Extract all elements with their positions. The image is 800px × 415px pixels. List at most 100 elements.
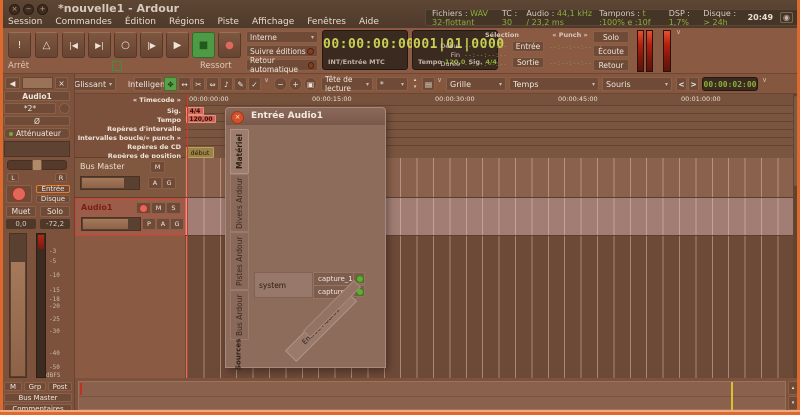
track-name[interactable]: Audio1 [81, 203, 112, 212]
window-minimize-button[interactable]: − [23, 4, 34, 15]
menu-regions[interactable]: Régions [169, 17, 205, 27]
smart-mode-toggle[interactable]: Intelligent [134, 77, 162, 91]
strip-mute-button[interactable]: Muet [6, 206, 36, 217]
track-name[interactable]: Bus Master [80, 162, 125, 171]
track-solo-button[interactable]: S [166, 202, 181, 214]
menu-fenetres[interactable]: Fenêtres [307, 17, 346, 27]
ruler-label-tempo[interactable]: Tempo [75, 116, 181, 124]
pan-handle[interactable] [32, 159, 42, 171]
menu-session[interactable]: Session [8, 17, 42, 27]
nudge-forward-button[interactable]: > [688, 77, 699, 91]
grid-mode-combo[interactable]: Grille▾ [446, 77, 506, 91]
gain-fader[interactable] [9, 233, 27, 378]
track-mute-button[interactable]: M [151, 202, 166, 214]
nudge-clock[interactable]: 00:00:02:00 [702, 77, 758, 91]
metronome-button[interactable]: △ [35, 32, 58, 58]
tool-edit-button[interactable]: ✓ [248, 77, 261, 91]
chevron-down-icon[interactable]: ∨ [762, 76, 767, 84]
strip-name-button[interactable]: Audio1 [4, 91, 70, 101]
audition-button[interactable]: Écoute [593, 45, 629, 57]
chevron-down-icon[interactable]: ∨ [676, 28, 681, 36]
mixer-strip-hide-button[interactable]: ◀ [5, 77, 20, 89]
processor-box[interactable] [4, 141, 70, 157]
mixer-strip-close-button[interactable]: × [55, 77, 68, 89]
punch-indicator-button[interactable]: ! [8, 32, 31, 58]
menu-commandes[interactable]: Commandes [55, 17, 111, 27]
ruler-label-sig[interactable]: Sig. [75, 107, 181, 115]
chevron-down-icon[interactable]: ∨ [437, 76, 442, 84]
dialog-tab-divers-ardour[interactable]: Divers Ardour [230, 174, 249, 232]
chevron-down-icon[interactable]: ∨ [264, 76, 269, 84]
tool-range-button[interactable]: ↔ [178, 77, 191, 91]
tempo-marker[interactable]: 120,00 [186, 115, 216, 123]
snap-unit-combo[interactable]: *▾ [376, 77, 408, 91]
menu-piste[interactable]: Piste [217, 17, 239, 27]
feedback-button[interactable]: Retour [593, 59, 629, 71]
port-matrix-dialog[interactable]: × Entrée Audio1 Matériel Divers Ardour P… [225, 107, 386, 368]
strip-solo-button[interactable]: Solo [40, 206, 70, 217]
play-button[interactable]: ▶ [166, 32, 189, 58]
tool-stretch-button[interactable]: ⇔ [206, 77, 219, 91]
track-g-button[interactable]: G [162, 177, 176, 189]
punch-in-button[interactable]: Entrée [512, 41, 544, 52]
track-a-button[interactable]: A [156, 218, 170, 230]
monitor-input-button[interactable]: Entrée [36, 185, 70, 193]
trim-knob[interactable] [59, 103, 70, 114]
tool-draw-button[interactable]: ✎ [234, 77, 247, 91]
track-g-button[interactable]: G [170, 218, 184, 230]
track-a-button[interactable]: A [148, 177, 162, 189]
tool-cut-button[interactable]: ✂ [192, 77, 205, 91]
track-p-button[interactable]: P [142, 218, 156, 230]
ruler-label-cd[interactable]: Repères de CD [75, 143, 181, 151]
edit-point-combo[interactable]: Souris▾ [602, 77, 672, 91]
post-button[interactable]: Post [48, 382, 72, 391]
stop-button[interactable]: ■ [192, 32, 215, 58]
port-group-system[interactable]: system [254, 272, 313, 298]
metering-point-button[interactable]: M [4, 382, 22, 391]
zoom-focus-combo[interactable]: Tête de lecture▾ [321, 77, 373, 91]
save-view-button[interactable]: ▤ [422, 77, 435, 91]
loop-button[interactable]: ○ [114, 32, 137, 58]
track-header-bus-master[interactable]: Bus Master M A G [75, 158, 185, 198]
output-button[interactable]: Bus Master [4, 393, 72, 402]
menu-edition[interactable]: Édition [125, 17, 156, 27]
track-height-stepper[interactable]: ▴▾ [410, 77, 420, 91]
tool-audition-button[interactable]: ♪ [220, 77, 233, 91]
ruler-label-timecode[interactable]: « Timecode » [75, 96, 181, 104]
punch-out-button[interactable]: Sortie [512, 57, 544, 68]
summary-view[interactable] [78, 381, 786, 410]
goto-start-button[interactable]: |◀ [62, 32, 85, 58]
meter-marker[interactable]: 4/4 [186, 107, 204, 115]
zoom-out-button[interactable]: − [274, 77, 287, 91]
menu-affichage[interactable]: Affichage [252, 17, 294, 27]
dialog-tab-pistes-ardour[interactable]: Pistes Ardour [230, 232, 249, 290]
tool-object-button[interactable]: ✥ [164, 77, 177, 91]
monitor-disk-button[interactable]: Disque [36, 195, 70, 203]
location-marker-start[interactable]: début [186, 147, 214, 158]
shuttle-marker[interactable] [112, 61, 122, 71]
track-mute-button[interactable]: M [150, 161, 165, 173]
track-rec-button[interactable] [136, 202, 151, 214]
window-close-button[interactable]: × [9, 4, 20, 15]
play-range-button[interactable]: |▶ [140, 32, 163, 58]
ruler-label-loop-punch[interactable]: Intervalles boucle/« punch » [75, 134, 181, 142]
peak-display[interactable]: -72,2 [40, 219, 70, 229]
dialog-titlebar[interactable]: × Entrée Audio1 [226, 108, 385, 125]
dialog-close-button[interactable]: × [231, 111, 244, 124]
strip-io-button[interactable]: *2* [4, 103, 56, 114]
dialog-tab-bus-ardour[interactable]: Bus Ardour [230, 290, 249, 340]
group-button[interactable]: Grp [24, 382, 46, 391]
summary-playhead[interactable] [731, 382, 733, 411]
auto-return-toggle[interactable]: Retour automatique [246, 59, 318, 71]
record-status-icon[interactable]: ◉ [780, 12, 793, 23]
dialog-tab-materiel[interactable]: Matériel [230, 129, 249, 174]
solo-global-button[interactable]: Solo [593, 31, 629, 43]
primary-clock[interactable]: 00:00:00:00 INT/Entrée MTC [322, 30, 408, 70]
nudge-back-button[interactable]: < [676, 77, 687, 91]
zoom-fit-button[interactable]: ▣ [304, 77, 317, 91]
strip-record-arm-button[interactable] [6, 185, 32, 203]
edit-mode-combo[interactable]: Glissant▾ [70, 77, 116, 91]
playhead[interactable] [187, 94, 188, 378]
window-maximize-button[interactable]: + [37, 4, 48, 15]
processor-fader[interactable]: Atténuateur [4, 128, 70, 139]
